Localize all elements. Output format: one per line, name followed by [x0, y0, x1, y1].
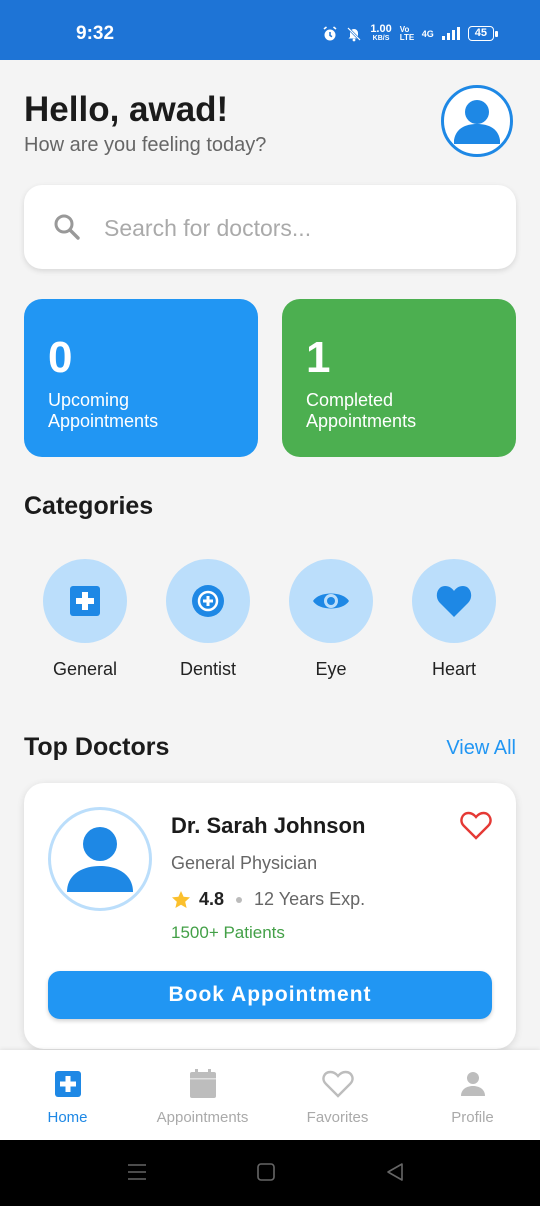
upcoming-label: Upcoming Appointments — [48, 390, 159, 431]
doctor-name: Dr. Sarah Johnson — [171, 813, 366, 838]
search-input[interactable] — [102, 205, 496, 251]
search-icon — [54, 214, 80, 240]
status-time: 9:32 — [76, 23, 115, 44]
nav-label: Profile — [451, 1109, 494, 1126]
mute-bell-icon — [347, 26, 362, 41]
category-label: Eye — [315, 659, 347, 679]
upcoming-count: 0 — [48, 333, 73, 382]
category-dentist[interactable]: Dentist — [153, 559, 263, 680]
profile-avatar-button[interactable] — [441, 85, 513, 157]
nav-label: Home — [47, 1109, 88, 1126]
nav-home[interactable]: Home — [0, 1068, 135, 1126]
favorite-button[interactable] — [460, 811, 492, 845]
status-icons: 1.00 KB/S Vo LTE 4G 45 — [322, 24, 499, 43]
doctor-card[interactable]: Dr. Sarah Johnson General Physician 4.8 … — [24, 783, 516, 1049]
nav-profile[interactable]: Profile — [405, 1068, 540, 1126]
home-square-icon[interactable] — [256, 1162, 276, 1182]
category-label: Dentist — [179, 659, 237, 679]
completed-count: 1 — [306, 333, 331, 382]
meta-separator — [236, 896, 243, 903]
nav-appointments[interactable]: Appointments — [135, 1068, 270, 1126]
categories-title: Categories — [24, 492, 154, 520]
category-eye[interactable]: Eye — [276, 559, 386, 680]
status-bar: 9:32 1.00 KB/S Vo LTE 4G 45 — [0, 0, 540, 60]
category-heart[interactable]: Heart — [399, 559, 509, 680]
doctor-meta: 4.8 12 Years Exp. — [171, 889, 365, 910]
category-dentist-circle — [166, 559, 250, 643]
doctor-rating: 4.8 — [199, 889, 225, 909]
heart-outline-icon — [321, 1070, 354, 1098]
category-general[interactable]: General — [30, 559, 140, 680]
top-doctors-title: Top Doctors — [24, 733, 170, 761]
completed-appointments-card[interactable]: 1 Completed Appointments — [282, 299, 516, 457]
net-speed-value: 1.00 — [370, 23, 392, 35]
user-icon — [454, 100, 500, 144]
star-icon — [172, 890, 190, 908]
person-icon — [460, 1072, 485, 1096]
back-icon[interactable] — [385, 1162, 405, 1182]
greeting-title: Hello, awad! — [24, 90, 229, 129]
home-cross-icon — [54, 1071, 81, 1097]
category-label: General — [52, 659, 118, 679]
calendar-icon — [189, 1069, 216, 1098]
volte-indicator: Vo LTE — [399, 24, 415, 42]
doctor-specialty: General Physician — [171, 853, 318, 873]
net-speed-unit: KB/S — [372, 35, 390, 42]
nav-favorites[interactable]: Favorites — [270, 1068, 405, 1126]
upcoming-appointments-card[interactable]: 0 Upcoming Appointments — [24, 299, 258, 457]
dentist-icon — [192, 585, 224, 617]
heart-icon — [436, 586, 472, 617]
doctor-experience: 12 Years Exp. — [254, 889, 366, 909]
doctor-patients: 1500+ Patients — [171, 923, 285, 942]
greeting-subtitle: How are you feeling today? — [24, 134, 267, 156]
network-type: 4G — [421, 28, 434, 39]
search-bar[interactable] — [24, 185, 516, 269]
medical-cross-icon — [70, 586, 100, 616]
eye-icon — [313, 593, 349, 609]
category-heart-circle — [412, 559, 496, 643]
menu-icon[interactable] — [127, 1162, 147, 1182]
completed-label: Completed Appointments — [306, 390, 417, 431]
view-all-link[interactable]: View All — [446, 737, 516, 760]
net-speed: 1.00 KB/S — [370, 24, 391, 43]
book-appointment-button[interactable]: Book Appointment — [48, 971, 492, 1019]
heart-outline-icon — [460, 811, 492, 840]
alarm-icon — [323, 25, 337, 40]
system-nav-bar — [0, 1140, 540, 1206]
category-eye-circle — [289, 559, 373, 643]
battery-icon: 45 — [467, 26, 499, 41]
nav-label: Favorites — [306, 1109, 369, 1126]
doctor-avatar — [48, 807, 152, 911]
bottom-nav: Home Appointments Favorites Profile — [0, 1050, 540, 1140]
category-label: Heart — [431, 659, 476, 679]
user-icon — [67, 827, 133, 892]
signal-icon — [441, 27, 460, 40]
category-general-circle — [43, 559, 127, 643]
greeting-block: Hello, awad! How are you feeling today? — [24, 90, 266, 157]
nav-label: Appointments — [156, 1109, 249, 1126]
